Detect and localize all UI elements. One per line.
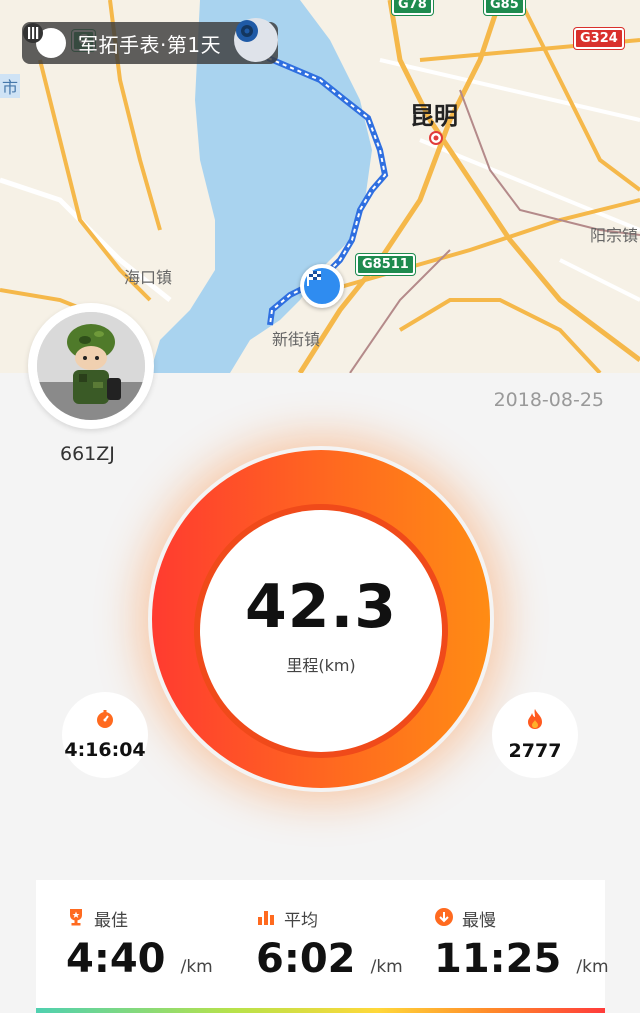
finish-marker[interactable] xyxy=(300,264,344,308)
map-town-label: 阳宗镇 xyxy=(590,226,639,245)
locate-button[interactable] xyxy=(234,18,278,62)
bar-chart-icon xyxy=(256,907,276,931)
calories-value: 2777 xyxy=(508,740,562,762)
pace-card: 最佳 4:40 /km 平均 6:02 /km 最慢 11:25 /km xyxy=(36,880,609,1013)
pace-avg-label: 平均 xyxy=(284,911,318,931)
pace-avg-value: 6:02 xyxy=(256,936,356,982)
stopwatch-icon xyxy=(95,709,115,733)
map-town-label: 海口镇 xyxy=(124,268,173,287)
distance-label: 里程(km) xyxy=(286,656,356,675)
highway-shield: G324 xyxy=(574,28,624,49)
pace-slow-value: 11:25 xyxy=(434,936,562,982)
flame-icon xyxy=(525,708,545,734)
map-title: 军拓手表·第1天 xyxy=(78,32,222,57)
duration-badge: 4:16:04 xyxy=(62,692,148,778)
map-town-label: 市 xyxy=(0,74,21,98)
calories-badge: 2777 xyxy=(492,692,578,778)
pace-best-label: 最佳 xyxy=(94,911,128,931)
avatar-image xyxy=(37,312,145,420)
watch-brand-icon xyxy=(23,23,66,58)
activity-date: 2018-08-25 xyxy=(493,389,604,411)
username: 661ZJ xyxy=(60,443,115,465)
pace-best-unit: /km xyxy=(180,957,213,977)
down-arrow-icon xyxy=(434,907,454,931)
avatar[interactable] xyxy=(28,303,154,429)
duration-value: 4:16:04 xyxy=(64,739,146,761)
pace-slow-unit: /km xyxy=(576,957,609,977)
pace-gradient-bar xyxy=(36,1008,605,1013)
map-city-label: 昆明 xyxy=(410,102,458,130)
pace-slow-label: 最慢 xyxy=(462,911,496,931)
highway-shield: G85 xyxy=(484,0,525,15)
pace-avg-unit: /km xyxy=(370,957,403,977)
distance-value: 42.3 xyxy=(244,572,398,642)
trophy-icon xyxy=(66,907,86,931)
pace-best-value: 4:40 xyxy=(66,936,166,982)
map-town-label: 新街镇 xyxy=(272,330,321,349)
highway-shield: G78 xyxy=(392,0,433,15)
distance-ring: 42.3 里程(km) xyxy=(148,446,494,792)
highway-shield: G8511 xyxy=(356,254,415,275)
